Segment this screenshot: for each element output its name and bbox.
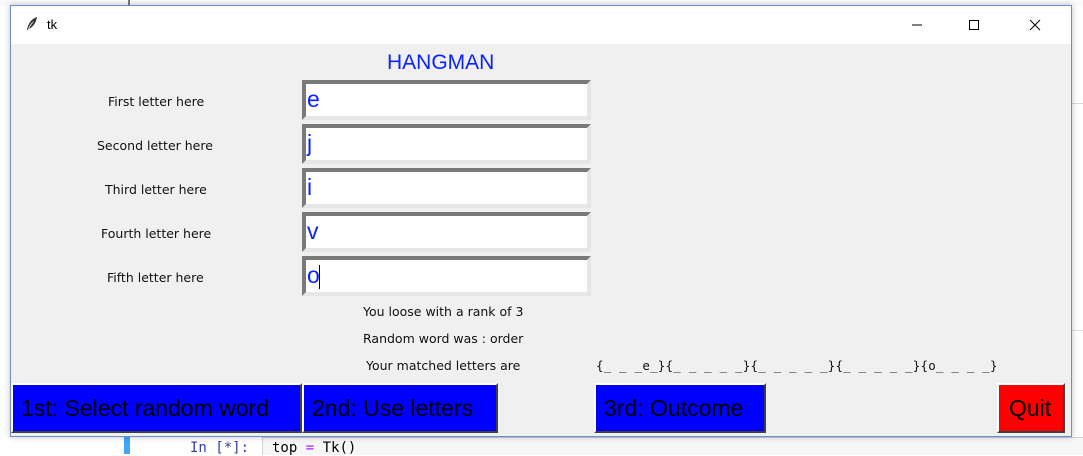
title-bar[interactable]: tk xyxy=(11,6,1071,44)
feather-icon xyxy=(25,16,39,32)
third-letter-label: Third letter here xyxy=(105,182,207,197)
minimize-button[interactable] xyxy=(894,6,940,44)
first-letter-label: First letter here xyxy=(108,94,205,109)
quit-button[interactable]: Quit xyxy=(997,383,1065,433)
close-icon xyxy=(1029,19,1041,31)
close-button[interactable] xyxy=(1012,6,1058,44)
third-letter-input[interactable]: i xyxy=(302,168,591,208)
maximize-icon xyxy=(969,20,979,30)
notebook-cell-indicator xyxy=(124,436,130,454)
outcome-button[interactable]: 3rd: Outcome xyxy=(594,383,766,433)
second-letter-value: j xyxy=(307,130,313,156)
fourth-letter-value: v xyxy=(307,218,319,244)
result-message: You loose with a rank of 3 xyxy=(363,304,524,319)
text-cursor xyxy=(318,264,320,289)
fourth-letter-input[interactable]: v xyxy=(302,212,591,252)
second-letter-input[interactable]: j xyxy=(302,124,591,164)
matched-letters-label: Your matched letters are xyxy=(366,358,521,373)
random-word-message: Random word was : order xyxy=(363,331,524,346)
fourth-letter-label: Fourth letter here xyxy=(101,226,212,241)
second-letter-label: Second letter here xyxy=(97,138,213,153)
first-letter-input[interactable]: e xyxy=(302,80,591,120)
notebook-code-cell[interactable] xyxy=(262,437,1083,455)
use-letters-button[interactable]: 2nd: Use letters xyxy=(302,383,498,433)
select-random-word-button[interactable]: 1st: Select random word xyxy=(11,383,302,433)
window-title: tk xyxy=(47,17,58,32)
fifth-letter-input[interactable]: o xyxy=(302,256,591,296)
game-title: HANGMAN xyxy=(387,51,495,74)
app-content: HANGMAN First letter here e Second lette… xyxy=(11,44,1071,436)
first-letter-value: e xyxy=(307,86,320,112)
maximize-button[interactable] xyxy=(951,6,997,44)
matched-letters-value: {_ _ _e_}{_ _ _ _ _}{_ _ _ _ _}{_ _ _ _ … xyxy=(596,358,998,373)
tk-window: tk HANGMAN First letter here e Second le… xyxy=(10,5,1072,437)
fifth-letter-label: Fifth letter here xyxy=(107,270,204,285)
third-letter-value: i xyxy=(307,174,313,200)
minimize-icon xyxy=(912,24,922,26)
